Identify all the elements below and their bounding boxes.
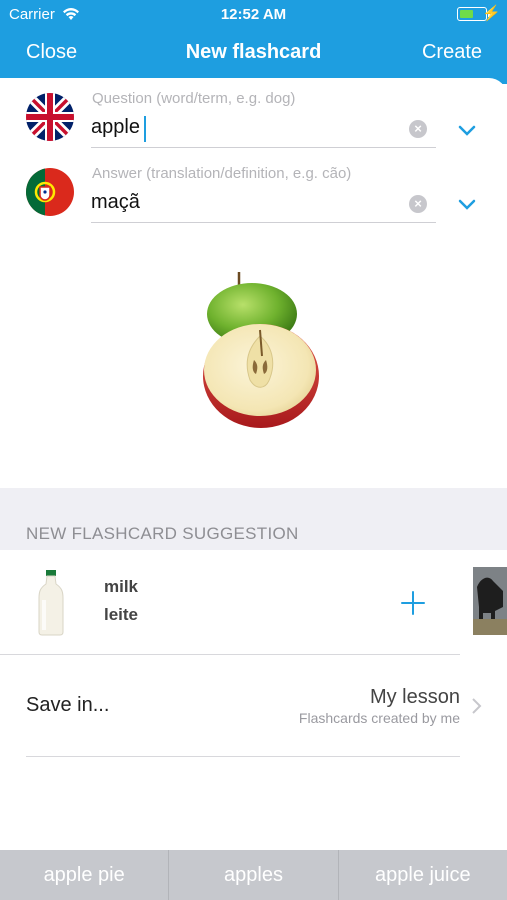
question-clear-icon[interactable]: × [409,120,427,138]
keyboard-suggestion-3[interactable]: apple juice [339,850,507,900]
charging-bolt-icon: ⚡ [482,5,501,22]
question-label: Question (word/term, e.g. dog) [92,90,296,107]
status-time: 12:52 AM [220,6,287,23]
uk-flag-icon[interactable] [26,93,74,141]
answer-language-chevron-down-icon[interactable] [457,197,477,211]
apple-image[interactable] [196,268,324,432]
lesson-subtitle: Flashcards created by me [298,710,460,726]
close-button[interactable]: Close [26,41,77,64]
suggestion-translation: leite [104,605,139,624]
chevron-right-icon[interactable] [470,697,482,715]
question-underline [91,147,436,148]
lesson-name[interactable]: My lesson [370,686,460,709]
answer-underline [91,222,436,223]
keyboard-suggestion-1[interactable]: apple pie [0,850,168,900]
suggestion-section-title: NEW FLASHCARD SUGGESTION [26,524,299,543]
milk-bottle-image [38,570,64,636]
status-bar: Carrier 12:52 AM ⚡ [0,0,507,28]
save-in-label[interactable]: Save in... [26,694,109,717]
navigation-bar: Close New flashcard Create [0,30,507,74]
text-caret [144,116,146,142]
question-input[interactable] [91,116,391,139]
suggestion-term: milk [104,577,139,596]
separator-line [0,654,460,655]
keyboard-suggestion-bar: apple pie apples apple juice [0,850,507,900]
next-suggestion-horse-image[interactable] [473,567,507,635]
top-bar: Carrier 12:52 AM ⚡ Close New flashcard C… [0,0,507,84]
separator-line [26,756,460,757]
add-suggestion-plus-icon[interactable] [400,590,426,616]
suggestion-row[interactable] [0,550,507,654]
battery-level [460,10,473,18]
answer-label: Answer (translation/definition, e.g. cão… [92,165,352,182]
answer-input[interactable] [91,191,391,214]
keyboard-suggestion-2[interactable]: apples [169,850,337,900]
answer-clear-icon[interactable]: × [409,195,427,213]
question-language-chevron-down-icon[interactable] [457,123,477,137]
portugal-flag-icon[interactable] [26,168,74,216]
create-button[interactable]: Create [422,41,482,64]
